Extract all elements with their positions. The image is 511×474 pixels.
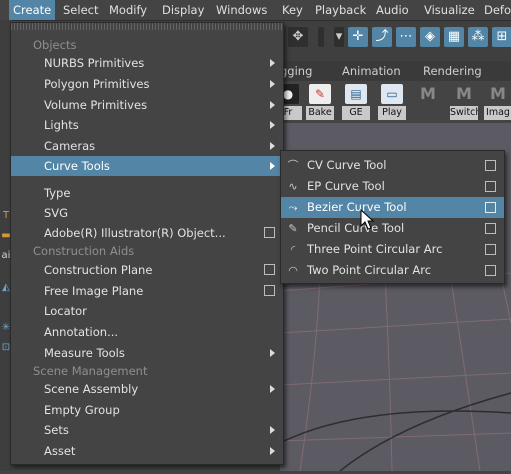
tab-rigging[interactable]: gging (280, 61, 312, 81)
menu-key[interactable]: Key (282, 0, 303, 20)
menu-item-cameras[interactable]: Cameras (11, 136, 283, 156)
menu-visualize[interactable]: Visualize (424, 0, 475, 20)
submenu-item-cv-curve-tool[interactable]: ⌒ CV Curve Tool (281, 155, 504, 176)
section-scene-management: Scene Management (33, 364, 148, 378)
option-box[interactable] (485, 223, 496, 234)
option-box[interactable] (264, 264, 275, 275)
curve-tools-submenu: ⌒ CV Curve Tool ∿ EP Curve Tool ⤳ Bezier… (280, 150, 505, 284)
menu-item-nurbs-primitives[interactable]: NURBS Primitives (11, 53, 283, 73)
menu-modify[interactable]: Modify (109, 0, 147, 20)
menu-item-locator[interactable]: Locator (11, 301, 283, 321)
pencil-curve-icon: ✎ (288, 222, 298, 235)
ep-curve-icon: ∿ (288, 180, 298, 193)
submenu-arrow-icon (270, 101, 275, 109)
menu-deform[interactable]: Defo (484, 0, 511, 20)
toolbar-divider (318, 27, 324, 47)
status-toolbar: ✥ ▾ ✛ ⤴ ⋯ ◈ ▦ ⁂ ⊞ (280, 21, 511, 61)
option-box[interactable] (485, 244, 496, 255)
graph-editor-icon[interactable]: ▤ GE (342, 84, 370, 122)
submenu-item-pencil-curve-tool[interactable]: ✎ Pencil Curve Tool (281, 218, 504, 239)
main-menubar: Create Select Modify Display Windows Key… (0, 0, 511, 21)
option-box[interactable] (485, 265, 496, 276)
submenu-arrow-icon (270, 59, 275, 67)
shelf-tabs: gging Animation Rendering (280, 61, 511, 81)
submenu-arrow-icon (270, 80, 275, 88)
option-box[interactable] (485, 181, 496, 192)
section-objects: Objects (33, 38, 77, 52)
submenu-arrow-icon (270, 385, 275, 393)
menu-audio[interactable]: Audio (376, 0, 409, 20)
menu-item-free-image-plane[interactable]: Free Image Plane (11, 281, 283, 301)
menu-item-sets[interactable]: Sets (11, 420, 283, 440)
tab-animation[interactable]: Animation (342, 61, 401, 81)
menu-item-construction-plane[interactable]: Construction Plane (11, 260, 283, 280)
submenu-arrow-icon (270, 142, 275, 150)
switch-icon[interactable]: MSwitchF (450, 84, 478, 122)
menu-item-annotation[interactable]: Annotation... (11, 322, 283, 342)
snap-to-point-icon[interactable]: ⋯ (396, 27, 416, 47)
menu-create[interactable]: Create (9, 0, 56, 20)
submenu-arrow-icon (270, 426, 275, 434)
submenu-item-three-point-circular-arc[interactable]: ◜ Three Point Circular Arc (281, 239, 504, 260)
bake-icon[interactable]: ✎ Bake (306, 84, 334, 122)
option-box[interactable] (264, 285, 275, 296)
snap-live-icon[interactable]: ▦ (444, 27, 464, 47)
menu-item-polygon-primitives[interactable]: Polygon Primitives (11, 74, 283, 94)
bezier-curve-icon: ⤳ (288, 201, 298, 214)
submenu-arrow-icon (270, 162, 275, 170)
create-menu: Objects NURBS Primitives Polygon Primiti… (10, 22, 284, 465)
submenu-arrow-icon (270, 349, 275, 357)
snap-together-icon[interactable]: ⊞ (492, 27, 511, 47)
tear-off-strip[interactable] (11, 23, 283, 30)
tab-rendering[interactable]: Rendering (423, 61, 482, 81)
option-box[interactable] (485, 160, 496, 171)
image-icon[interactable]: M Imag (484, 84, 511, 122)
menu-item-type[interactable]: Type (11, 183, 283, 203)
snap-to-grid-icon[interactable]: ✛ (348, 27, 368, 47)
menu-select[interactable]: Select (63, 0, 98, 20)
snap-projected-icon[interactable]: ⁂ (468, 27, 488, 47)
shelf: ●Fr ✎Bake ▤GE ▭Play M MSwitchF MImag (274, 81, 511, 123)
menu-item-svg[interactable]: SVG (11, 203, 283, 223)
three-point-arc-icon: ◜ (290, 243, 296, 256)
section-construction-aids: Construction Aids (33, 244, 135, 258)
maya-m-icon[interactable]: M (414, 84, 442, 122)
menu-item-empty-group[interactable]: Empty Group (11, 400, 283, 420)
snap-to-curve-icon[interactable]: ⤴ (372, 27, 392, 47)
menu-item-lights[interactable]: Lights (11, 115, 283, 135)
submenu-item-ep-curve-tool[interactable]: ∿ EP Curve Tool (281, 176, 504, 197)
play-icon[interactable]: ▭ Play (378, 84, 406, 122)
submenu-arrow-icon (270, 447, 275, 455)
option-box[interactable] (485, 202, 496, 213)
toolbar-dropdown-icon[interactable]: ▾ (334, 27, 344, 47)
cv-curve-icon: ⌒ (287, 159, 299, 172)
menu-item-illustrator-object[interactable]: Adobe(R) Illustrator(R) Object... (11, 223, 283, 243)
submenu-item-two-point-circular-arc[interactable]: ◠ Two Point Circular Arc (281, 260, 504, 281)
menu-item-scene-assembly[interactable]: Scene Assembly (11, 379, 283, 399)
menu-display[interactable]: Display (162, 0, 204, 20)
menu-item-asset[interactable]: Asset (11, 441, 283, 461)
mouse-cursor-icon (360, 209, 375, 230)
two-point-arc-icon: ◠ (288, 264, 298, 277)
menu-playback[interactable]: Playback (315, 0, 366, 20)
menu-item-curve-tools[interactable]: Curve Tools (11, 156, 283, 176)
menu-windows[interactable]: Windows (216, 0, 267, 20)
menu-item-volume-primitives[interactable]: Volume Primitives (11, 95, 283, 115)
submenu-item-bezier-curve-tool[interactable]: ⤳ Bezier Curve Tool (281, 197, 504, 218)
snap-view-plane-icon[interactable]: ◈ (420, 27, 440, 47)
menu-item-measure-tools[interactable]: Measure Tools (11, 343, 283, 363)
option-box[interactable] (264, 227, 275, 238)
snap-icon[interactable]: ✥ (288, 27, 308, 47)
submenu-arrow-icon (270, 121, 275, 129)
